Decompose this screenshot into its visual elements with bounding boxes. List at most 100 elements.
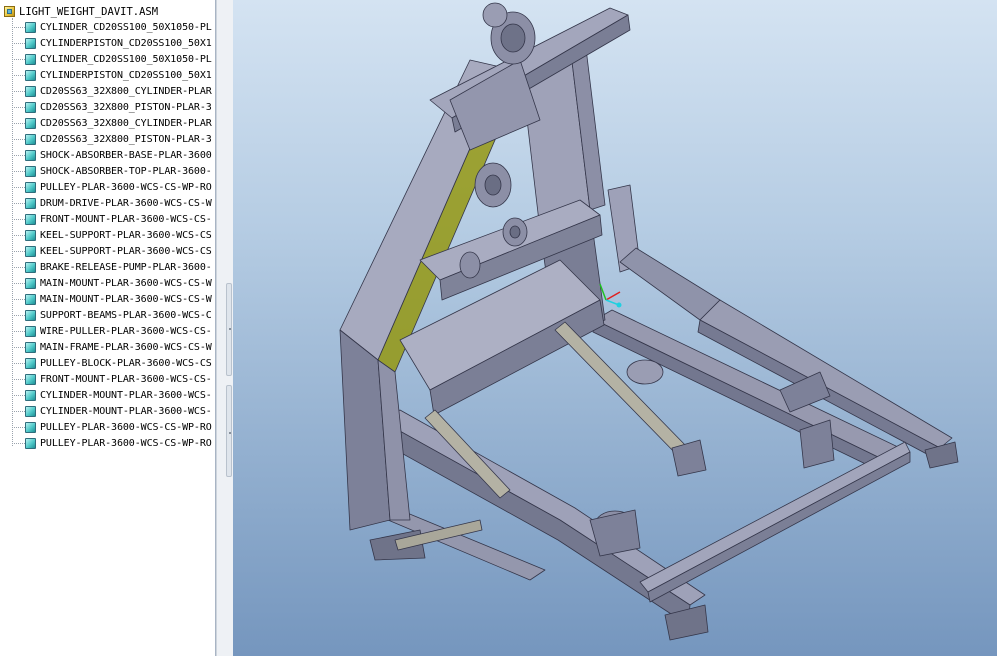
tree-connector bbox=[12, 90, 25, 92]
top-pulley bbox=[482, 2, 508, 28]
model-tree-item[interactable]: PULLEY-PLAR-3600-WCS-CS-WP-RO bbox=[12, 419, 212, 435]
model-tree-item[interactable]: CYLINDER_CD20SS100_50X1050-PL bbox=[12, 19, 212, 35]
model-tree-item[interactable]: PULLEY-BLOCK-PLAR-3600-WCS-CS bbox=[12, 355, 212, 371]
model-tree-item[interactable]: KEEL-SUPPORT-PLAR-3600-WCS-CS bbox=[12, 243, 212, 259]
part-icon bbox=[25, 261, 36, 273]
sash-grip-dot bbox=[229, 328, 231, 330]
tree-connector bbox=[12, 58, 25, 60]
model-tree-item-label: CD20SS63_32X800_PISTON-PLAR-3 bbox=[40, 133, 212, 145]
tree-connector bbox=[12, 346, 25, 348]
model-tree-item[interactable]: CYLINDER-MOUNT-PLAR-3600-WCS- bbox=[12, 403, 212, 419]
model-tree-item-label: KEEL-SUPPORT-PLAR-3600-WCS-CS bbox=[40, 229, 212, 241]
model-tree-item[interactable]: CD20SS63_32X800_PISTON-PLAR-3 bbox=[12, 99, 212, 115]
model-tree-item-label: FRONT-MOUNT-PLAR-3600-WCS-CS- bbox=[40, 213, 212, 225]
model-tree-item-label: MAIN-FRAME-PLAR-3600-WCS-CS-W bbox=[40, 341, 212, 353]
model-tree-root[interactable]: LIGHT_WEIGHT_DAVIT.ASM bbox=[4, 4, 158, 19]
model-tree-item-label: SUPPORT-BEAMS-PLAR-3600-WCS-C bbox=[40, 309, 212, 321]
tree-connector bbox=[12, 234, 25, 236]
model-tree-item[interactable]: KEEL-SUPPORT-PLAR-3600-WCS-CS bbox=[12, 227, 212, 243]
model-tree-item-label: MAIN-MOUNT-PLAR-3600-WCS-CS-W bbox=[40, 293, 212, 305]
model-tree-item[interactable]: CYLINDER-MOUNT-PLAR-3600-WCS- bbox=[12, 387, 212, 403]
model-tree-item-label: CYLINDERPISTON_CD20SS100_50X1 bbox=[40, 37, 212, 49]
model-tree-item[interactable]: SHOCK-ABSORBER-BASE-PLAR-3600 bbox=[12, 147, 212, 163]
model-tree-item-label: CD20SS63_32X800_PISTON-PLAR-3 bbox=[40, 101, 212, 113]
assembly-icon bbox=[4, 6, 15, 17]
part-icon bbox=[25, 69, 36, 81]
model-tree-item-label: DRUM-DRIVE-PLAR-3600-WCS-CS-W bbox=[40, 197, 212, 209]
model-tree-item[interactable]: SHOCK-ABSORBER-TOP-PLAR-3600- bbox=[12, 163, 212, 179]
tree-connector bbox=[12, 266, 25, 268]
model-tree-item[interactable]: CYLINDER_CD20SS100_50X1050-PL bbox=[12, 51, 212, 67]
tree-connector bbox=[12, 378, 25, 380]
tree-connector bbox=[12, 250, 25, 252]
tree-connector bbox=[12, 26, 25, 28]
model-geometry bbox=[339, 2, 959, 641]
part-icon bbox=[25, 341, 36, 353]
model-tree-item[interactable]: PULLEY-PLAR-3600-WCS-CS-WP-RO bbox=[12, 179, 212, 195]
collapse-sash-bottom[interactable] bbox=[226, 385, 232, 477]
tree-connector bbox=[12, 202, 25, 204]
graphics-viewport[interactable] bbox=[233, 0, 997, 656]
tree-connector bbox=[12, 298, 25, 300]
part-icon bbox=[25, 149, 36, 161]
panel-splitter[interactable] bbox=[216, 0, 234, 656]
part-icon bbox=[25, 277, 36, 289]
model-tree-item[interactable]: DRUM-DRIVE-PLAR-3600-WCS-CS-W bbox=[12, 195, 212, 211]
part-icon bbox=[25, 165, 36, 177]
model-tree-item-label: PULLEY-BLOCK-PLAR-3600-WCS-CS bbox=[40, 357, 212, 369]
model-tree-item-label: FRONT-MOUNT-PLAR-3600-WCS-CS- bbox=[40, 373, 212, 385]
tree-connector bbox=[12, 218, 25, 220]
model-tree-item-label: PULLEY-PLAR-3600-WCS-CS-WP-RO bbox=[40, 437, 212, 449]
tree-connector bbox=[12, 314, 25, 316]
model-tree-item-label: CD20SS63_32X800_CYLINDER-PLAR bbox=[40, 85, 212, 97]
model-tree-item[interactable]: FRONT-MOUNT-PLAR-3600-WCS-CS- bbox=[12, 371, 212, 387]
tree-connector bbox=[12, 426, 25, 428]
model-tree-root-label: LIGHT_WEIGHT_DAVIT.ASM bbox=[19, 5, 159, 18]
model-tree-item[interactable]: PULLEY-PLAR-3600-WCS-CS-WP-RO bbox=[12, 435, 212, 451]
tree-connector bbox=[12, 106, 25, 108]
model-tree-item[interactable]: MAIN-FRAME-PLAR-3600-WCS-CS-W bbox=[12, 339, 212, 355]
model-tree-item[interactable]: WIRE-PULLER-PLAR-3600-WCS-CS- bbox=[12, 323, 212, 339]
model-tree-item[interactable]: MAIN-MOUNT-PLAR-3600-WCS-CS-W bbox=[12, 275, 212, 291]
part-icon bbox=[25, 309, 36, 321]
model-tree-item-label: CYLINDER-MOUNT-PLAR-3600-WCS- bbox=[40, 405, 212, 417]
part-icon bbox=[25, 53, 36, 65]
model-tree-item[interactable]: CD20SS63_32X800_CYLINDER-PLAR bbox=[12, 115, 212, 131]
right-base-rail bbox=[619, 247, 721, 321]
sash-grip-dot bbox=[229, 432, 231, 434]
csys-x-axis bbox=[605, 291, 621, 301]
model-tree-item[interactable]: CYLINDERPISTON_CD20SS100_50X1 bbox=[12, 35, 212, 51]
part-icon bbox=[25, 325, 36, 337]
model-tree-item[interactable]: BRAKE-RELEASE-PUMP-PLAR-3600- bbox=[12, 259, 212, 275]
tree-connector bbox=[12, 282, 25, 284]
part-icon bbox=[25, 21, 36, 33]
model-tree-item-label: CYLINDER_CD20SS100_50X1050-PL bbox=[40, 21, 212, 33]
model-tree-item[interactable]: CD20SS63_32X800_PISTON-PLAR-3 bbox=[12, 131, 212, 147]
front-cross-beam bbox=[647, 451, 911, 603]
part-icon bbox=[25, 213, 36, 225]
part-icon bbox=[25, 293, 36, 305]
tree-connector bbox=[12, 394, 25, 396]
model-tree-item-label: PULLEY-PLAR-3600-WCS-CS-WP-RO bbox=[40, 181, 212, 193]
brake-release-pump bbox=[626, 359, 664, 385]
part-icon bbox=[25, 85, 36, 97]
tree-connector bbox=[12, 330, 25, 332]
tree-connector bbox=[12, 170, 25, 172]
top-pulley bbox=[500, 23, 526, 53]
tree-connector bbox=[12, 186, 25, 188]
model-tree-item[interactable]: FRONT-MOUNT-PLAR-3600-WCS-CS- bbox=[12, 211, 212, 227]
model-tree-item-label: WIRE-PULLER-PLAR-3600-WCS-CS- bbox=[40, 325, 212, 337]
tree-connector bbox=[12, 74, 25, 76]
tree-connector bbox=[12, 442, 25, 444]
model-tree-item-label: CYLINDER-MOUNT-PLAR-3600-WCS- bbox=[40, 389, 212, 401]
csys-triad-icon bbox=[599, 283, 622, 308]
model-tree-item-label: PULLEY-PLAR-3600-WCS-CS-WP-RO bbox=[40, 421, 212, 433]
model-tree-item[interactable]: CYLINDERPISTON_CD20SS100_50X1 bbox=[12, 67, 212, 83]
model-tree-item[interactable]: MAIN-MOUNT-PLAR-3600-WCS-CS-W bbox=[12, 291, 212, 307]
model-tree-item-label: MAIN-MOUNT-PLAR-3600-WCS-CS-W bbox=[40, 277, 212, 289]
part-icon bbox=[25, 229, 36, 241]
model-tree-item-label: CD20SS63_32X800_CYLINDER-PLAR bbox=[40, 117, 212, 129]
tree-connector bbox=[12, 42, 25, 44]
model-tree-item[interactable]: SUPPORT-BEAMS-PLAR-3600-WCS-C bbox=[12, 307, 212, 323]
model-tree-item[interactable]: CD20SS63_32X800_CYLINDER-PLAR bbox=[12, 83, 212, 99]
